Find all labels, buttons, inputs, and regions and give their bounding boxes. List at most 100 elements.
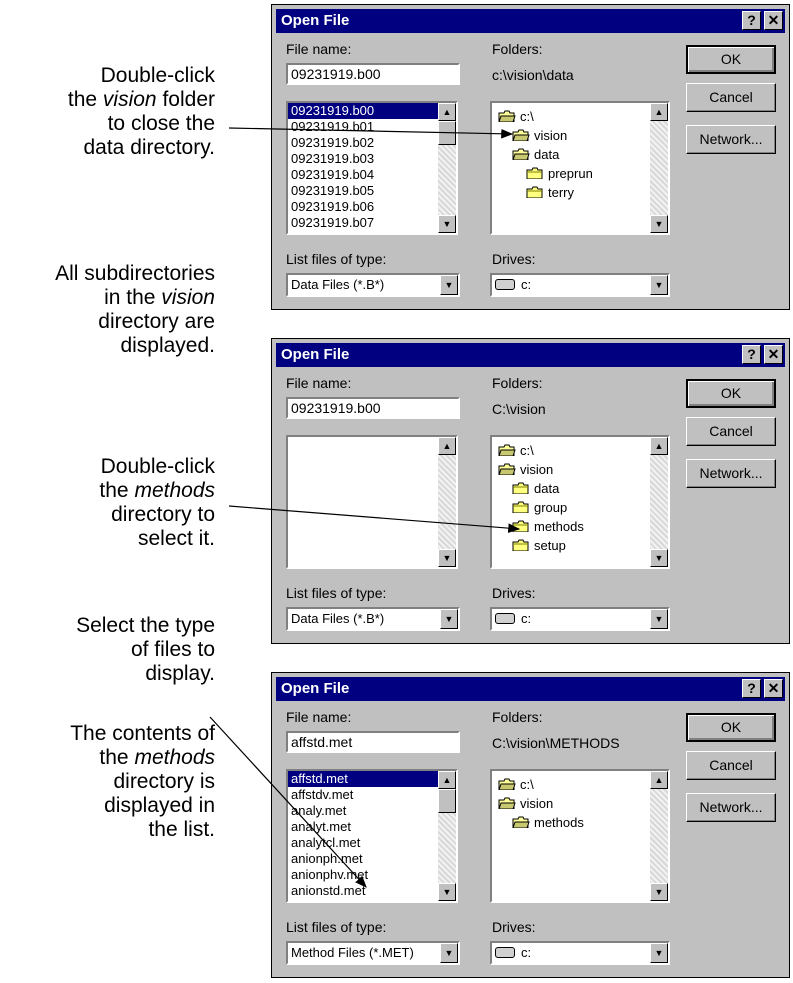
scroll-up-button[interactable]: ▲ [438,103,456,121]
file-list[interactable]: 09231919.b00 09231919.b01 09231919.b02 0923… [286,101,458,235]
open-folder-icon [498,778,516,790]
hard-drive-icon [495,613,515,624]
file-type-dropdown[interactable]: Data Files (*.B*) ▼ [286,607,460,631]
file-list-item[interactable]: 09231919.b07 [288,215,456,231]
folder-tree-item[interactable]: preprun [492,164,668,183]
file-list-item[interactable]: 09231919.b01 [288,119,456,135]
folder-tree[interactable]: c:\ vision methods ▲ ▼ [490,769,670,903]
scroll-down-button[interactable]: ▼ [438,883,456,901]
folders-label: Folders: [492,709,543,725]
vertical-scrollbar[interactable]: ▲ ▼ [650,437,668,567]
network-button[interactable]: Network... [686,125,776,154]
close-button[interactable]: ✕ [764,11,783,30]
file-list-item[interactable]: affstdv.met [288,787,456,803]
folders-label: Folders: [492,375,543,391]
ok-button[interactable]: OK [686,379,776,408]
cancel-button[interactable]: Cancel [686,83,776,112]
close-button[interactable]: ✕ [764,679,783,698]
help-button[interactable]: ? [742,11,761,30]
file-name-label: File name: [286,375,352,391]
folder-tree[interactable]: c:\ vision data preprun terry ▲ ▼ [490,101,670,235]
title-bar: Open File? ✕ [276,9,785,33]
folder-tree-item[interactable]: data [492,479,668,498]
chevron-down-icon[interactable]: ▼ [440,609,458,629]
cancel-button[interactable]: Cancel [686,417,776,446]
file-type-dropdown[interactable]: Method Files (*.MET) ▼ [286,941,460,965]
file-list-item[interactable]: affstd.met [288,771,438,787]
vertical-scrollbar[interactable]: ▲ ▼ [438,771,456,901]
chevron-down-icon[interactable]: ▼ [650,943,668,963]
drives-label: Drives: [492,919,536,935]
scroll-up-button[interactable]: ▲ [438,437,456,455]
file-name-field[interactable]: 09231919.b00 [286,397,460,419]
open-folder-icon [512,129,530,141]
folder-tree-item[interactable]: methods [492,517,668,536]
vertical-scrollbar[interactable]: ▲ ▼ [438,437,456,567]
folder-tree-item[interactable]: methods [492,813,668,832]
chevron-down-icon[interactable]: ▼ [440,275,458,295]
file-list-item[interactable]: 09231919.b04 [288,167,456,183]
scroll-thumb[interactable] [438,789,456,813]
help-button[interactable]: ? [742,679,761,698]
scroll-down-button[interactable]: ▼ [650,215,668,233]
file-list[interactable]: ▲ ▼ [286,435,458,569]
cancel-button[interactable]: Cancel [686,751,776,780]
file-list-item[interactable]: analyt.met [288,819,456,835]
folder-name: vision [520,796,554,811]
folder-tree-item[interactable]: setup [492,536,668,555]
folder-tree-item[interactable]: group [492,498,668,517]
folder-tree-item[interactable]: c:\ [492,107,668,126]
folder-tree[interactable]: c:\ vision data group methods setup ▲ ▼ [490,435,670,569]
file-list-item[interactable]: anionstd.met [288,883,456,899]
close-button[interactable]: ✕ [764,345,783,364]
file-list-item[interactable]: anionph.met [288,851,456,867]
file-list-item[interactable]: 09231919.b00 [288,103,438,119]
scroll-up-button[interactable]: ▲ [650,771,668,789]
folder-tree-item[interactable]: c:\ [492,775,668,794]
network-button[interactable]: Network... [686,793,776,822]
help-button[interactable]: ? [742,345,761,364]
folder-tree-item[interactable]: data [492,145,668,164]
scroll-down-button[interactable]: ▼ [438,549,456,567]
folder-icon [512,482,529,494]
scroll-thumb[interactable] [438,121,456,145]
network-button[interactable]: Network... [686,459,776,488]
folder-tree-item[interactable]: c:\ [492,441,668,460]
file-type-dropdown[interactable]: Data Files (*.B*) ▼ [286,273,460,297]
vertical-scrollbar[interactable]: ▲ ▼ [650,771,668,901]
ok-button[interactable]: OK [686,713,776,742]
folder-name: c:\ [520,109,534,124]
scroll-down-button[interactable]: ▼ [438,215,456,233]
folder-tree-item[interactable]: vision [492,460,668,479]
file-list-item[interactable]: 09231919.b02 [288,135,456,151]
file-list-item[interactable]: 09231919.b05 [288,183,456,199]
folder-tree-item[interactable]: vision [492,794,668,813]
file-list-item[interactable]: 09231919.b03 [288,151,456,167]
chevron-down-icon[interactable]: ▼ [650,609,668,629]
scroll-down-button[interactable]: ▼ [650,883,668,901]
ok-button[interactable]: OK [686,45,776,74]
folder-tree-item[interactable]: vision [492,126,668,145]
chevron-down-icon[interactable]: ▼ [440,943,458,963]
file-name-field[interactable]: 09231919.b00 [286,63,460,85]
file-list-item[interactable]: anionphv.met [288,867,456,883]
file-list[interactable]: affstd.met affstdv.met analy.met analyt.met… [286,769,458,903]
drives-dropdown[interactable]: c: ▼ [490,607,670,631]
file-list-item[interactable]: 09231919.b06 [288,199,456,215]
drives-dropdown[interactable]: c: ▼ [490,941,670,965]
file-list-item[interactable]: analytcl.met [288,835,456,851]
scroll-up-button[interactable]: ▲ [650,103,668,121]
vertical-scrollbar[interactable]: ▲ ▼ [650,103,668,233]
scroll-up-button[interactable]: ▲ [650,437,668,455]
scroll-up-button[interactable]: ▲ [438,771,456,789]
chevron-down-icon[interactable]: ▼ [650,275,668,295]
file-list-item[interactable]: analy.met [288,803,456,819]
drives-dropdown[interactable]: c: ▼ [490,273,670,297]
scroll-down-button[interactable]: ▼ [650,549,668,567]
open-folder-icon [498,444,516,456]
folder-name: preprun [548,166,593,181]
folder-tree-item[interactable]: terry [492,183,668,202]
vertical-scrollbar[interactable]: ▲ ▼ [438,103,456,233]
dialog-title: Open File [281,346,350,363]
file-name-field[interactable]: affstd.met [286,731,460,753]
